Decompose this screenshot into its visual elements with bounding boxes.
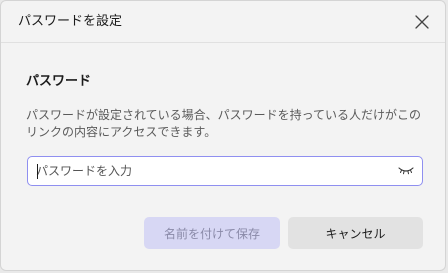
dialog-title: パスワードを設定: [18, 14, 123, 29]
close-icon: [415, 15, 429, 29]
set-password-dialog: パスワードを設定 パスワード パスワードが設定されている場合、パスワードを持って…: [0, 0, 446, 271]
password-field[interactable]: [27, 156, 423, 186]
reveal-password-button[interactable]: [398, 164, 414, 178]
eye-closed-icon: [398, 167, 414, 175]
close-button[interactable]: [411, 11, 433, 33]
save-as-button[interactable]: 名前を付けて保存: [144, 217, 280, 249]
cancel-button[interactable]: キャンセル: [288, 217, 423, 249]
dialog-titlebar: パスワードを設定: [1, 1, 445, 43]
password-description: パスワードが設定されている場合、パスワードを持っている人だけがこのリンクの内容に…: [26, 108, 422, 139]
password-heading: パスワード: [26, 74, 92, 89]
password-input[interactable]: [36, 157, 386, 185]
text-caret: [37, 164, 38, 179]
